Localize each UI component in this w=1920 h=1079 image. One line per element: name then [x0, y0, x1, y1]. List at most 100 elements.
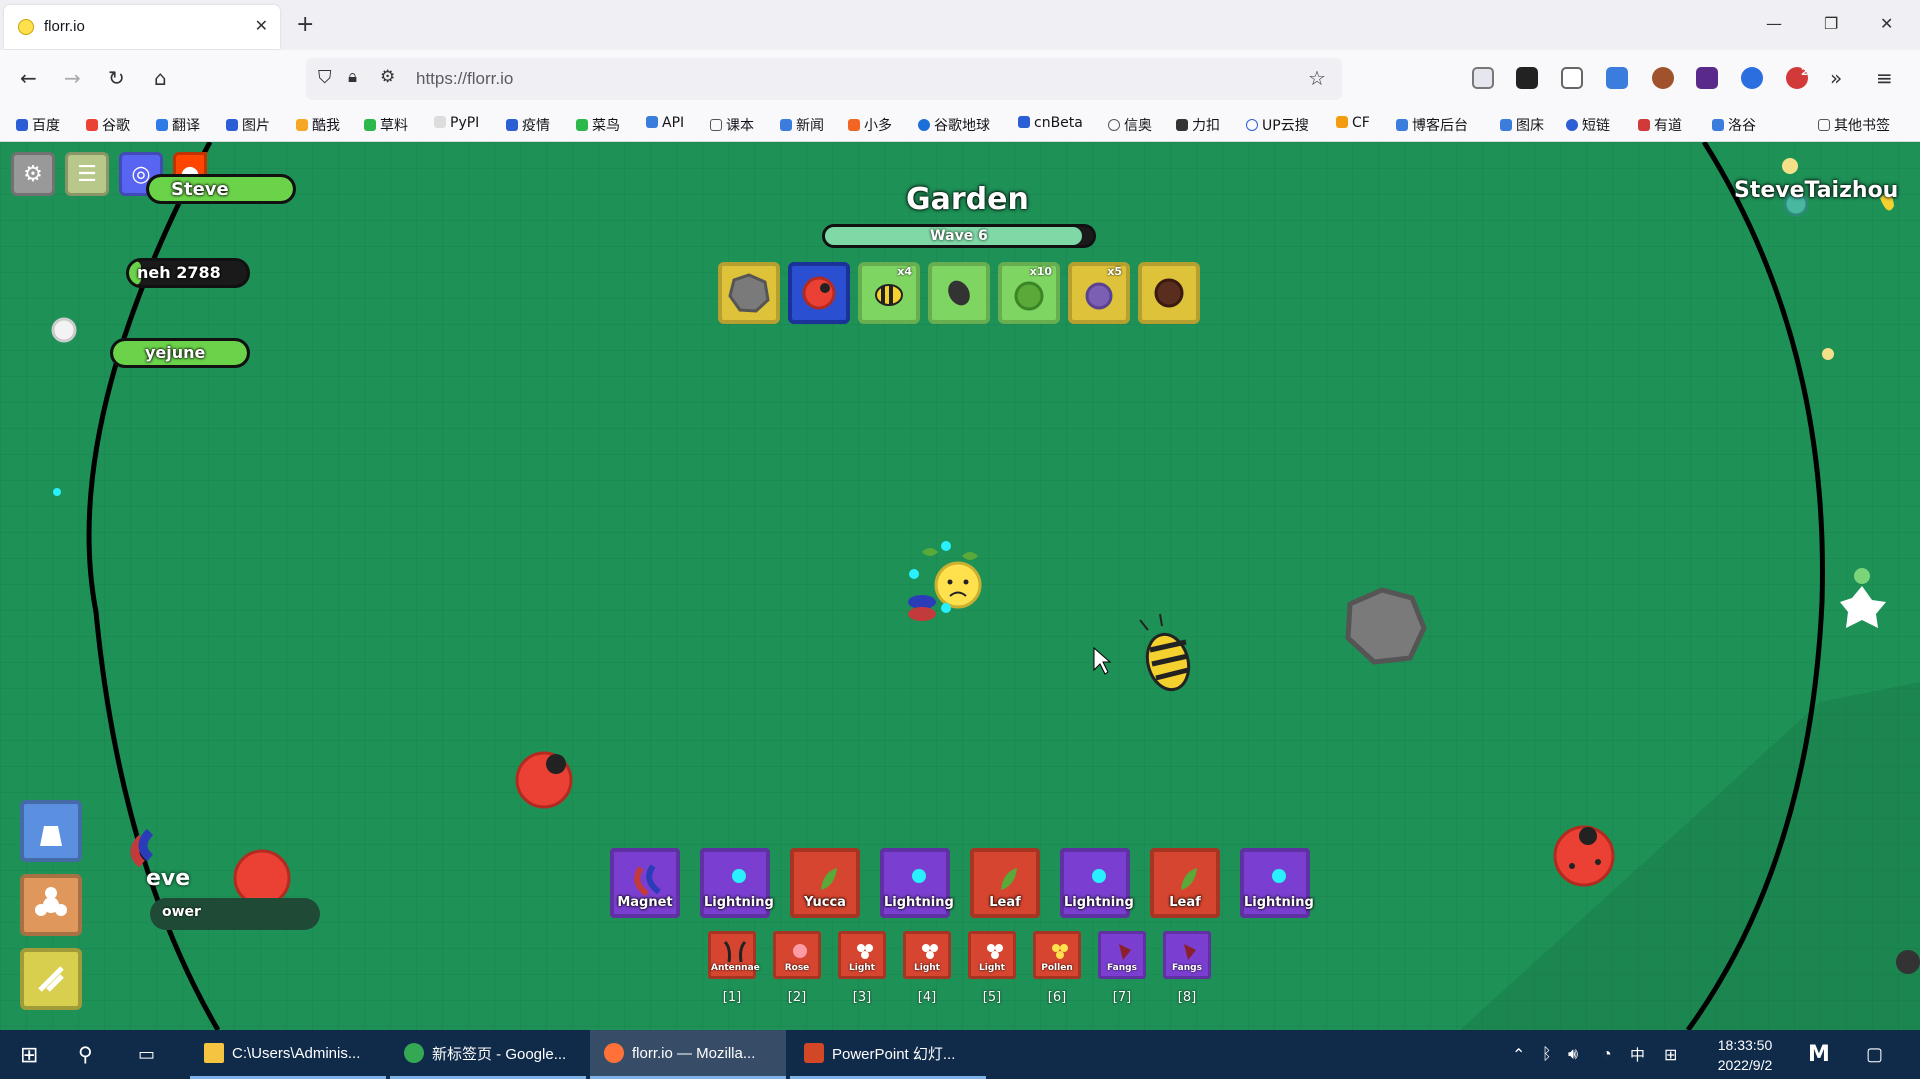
bookmark-star-icon[interactable]: ☆ — [1308, 66, 1326, 90]
bookmark-item[interactable]: 疫情 — [506, 115, 550, 135]
settings-gear-icon[interactable]: ⚙ — [11, 152, 55, 196]
browser-tab[interactable]: florr.io ✕ — [4, 5, 280, 49]
petal-slot-5[interactable]: Leaf — [970, 848, 1040, 918]
bookmark-item[interactable]: 新闻 — [780, 115, 824, 135]
petal-slot-6[interactable]: Lightning — [1060, 848, 1134, 918]
ladybug-head — [1579, 827, 1597, 845]
petal-slot-4[interactable]: Lightning — [880, 848, 954, 918]
address-bar[interactable]: ⛉ 🔒︎ ⚙ https://florr.io ☆ — [306, 58, 1342, 100]
bookmark-item[interactable]: 图床 — [1500, 115, 1544, 135]
translate-extension-icon[interactable] — [1606, 67, 1628, 89]
shield-icon[interactable]: ⛉ — [318, 67, 332, 88]
ime-indicator[interactable]: 中 — [1630, 1030, 1645, 1079]
absorb-icon[interactable] — [20, 948, 82, 1010]
network-icon[interactable]: ◔ — [1602, 1030, 1612, 1079]
restore-button[interactable]: ❐ — [1824, 14, 1838, 33]
mob-count: x5 — [1107, 265, 1122, 278]
extension-icon[interactable] — [1696, 67, 1718, 89]
bookmark-item[interactable]: 洛谷 — [1712, 115, 1756, 135]
secondary-slot-5[interactable]: Light — [968, 931, 1016, 979]
game-canvas[interactable]: ⚙ ☰ ◎ ● Steve neh 2788 yejune Garden Wav… — [0, 142, 1920, 1030]
player-eye — [963, 579, 969, 585]
secondary-slot-7[interactable]: Fangs — [1098, 931, 1146, 979]
tab-close-icon[interactable]: ✕ — [255, 16, 268, 35]
bookmark-item[interactable]: 图片 — [226, 115, 270, 135]
bluetooth-icon[interactable]: ᛒ — [1542, 1030, 1552, 1079]
minimize-button[interactable]: — — [1766, 14, 1782, 33]
changelog-scroll-icon[interactable]: ☰ — [65, 152, 109, 196]
app-logo-icon[interactable]: M — [1808, 1030, 1830, 1079]
bookmark-item[interactable]: 力扣 — [1176, 115, 1220, 135]
petal-slot-1[interactable]: Magnet — [610, 848, 680, 918]
bookmark-item[interactable]: API — [646, 115, 684, 131]
bookmark-item[interactable]: 翻译 — [156, 115, 200, 135]
secondary-slot-2[interactable]: Rose — [773, 931, 821, 979]
petal-slot-2[interactable]: Lightning — [700, 848, 774, 918]
mouse-cursor-icon — [1093, 646, 1112, 675]
petal-slot-3[interactable]: Yucca — [790, 848, 860, 918]
bookmarks-bar: 百度 谷歌 翻译 图片 酷我 草料 PyPI 疫情 菜鸟 API 课本 新闻 小… — [0, 108, 1920, 142]
bookmark-item[interactable]: 酷我 — [296, 115, 340, 135]
bookmark-item[interactable]: 菜鸟 — [576, 115, 620, 135]
secondary-slot-3[interactable]: Light — [838, 931, 886, 979]
craft-flower-icon[interactable] — [20, 874, 82, 936]
extension-icon[interactable] — [1561, 67, 1583, 89]
bookmark-item[interactable]: 有道 — [1638, 115, 1682, 135]
bookmark-item[interactable]: 信奥 — [1108, 115, 1152, 135]
bookmark-item[interactable]: 谷歌地球 — [918, 115, 990, 135]
slot-key: [2] — [787, 990, 807, 1005]
permissions-icon[interactable]: ⚙ — [380, 67, 395, 87]
bookmark-item[interactable]: cnBeta — [1018, 115, 1083, 131]
search-icon[interactable]: ⚲ — [78, 1030, 93, 1079]
taskbar-app-firefox[interactable]: florr.io — Mozilla... — [590, 1030, 786, 1079]
taskbar-app-chrome[interactable]: 新标签页 - Google... — [390, 1030, 586, 1079]
menu-icon[interactable]: ≡ — [1876, 66, 1893, 90]
secondary-slot-8[interactable]: Fangs — [1163, 931, 1211, 979]
bookmark-item[interactable]: UP云搜 — [1246, 115, 1309, 135]
biome-title: Garden — [906, 182, 1029, 217]
petal-slot-7[interactable]: Leaf — [1150, 848, 1220, 918]
task-view-icon[interactable]: ▭ — [138, 1030, 155, 1079]
notification-icon[interactable]: ▢ — [1866, 1030, 1883, 1079]
keyboard-icon[interactable]: ⊞ — [1664, 1030, 1677, 1079]
bookmark-item[interactable]: 百度 — [16, 115, 60, 135]
bookmark-item[interactable]: 草料 — [364, 115, 408, 135]
extension-icon[interactable] — [1516, 67, 1538, 89]
taskbar-app-explorer[interactable]: C:\Users\Adminis... — [190, 1030, 386, 1079]
bookmark-item[interactable]: 小多 — [848, 115, 892, 135]
secondary-slot-4[interactable]: Light — [903, 931, 951, 979]
cookie-extension-icon[interactable] — [1652, 67, 1674, 89]
secondary-slot-6[interactable]: Pollen — [1033, 931, 1081, 979]
leaderboard-name: neh 2788 — [137, 263, 221, 282]
other-bookmarks-folder[interactable]: 其他书签 — [1818, 115, 1890, 135]
new-tab-button[interactable]: + — [296, 12, 314, 37]
player-flower — [934, 561, 982, 609]
bookmark-item[interactable]: 谷歌 — [86, 115, 130, 135]
bookmark-item[interactable]: CF — [1336, 115, 1370, 131]
bookmark-item[interactable]: 课本 — [710, 115, 754, 135]
overflow-chevron-icon[interactable]: » — [1830, 66, 1842, 90]
windows-start-icon[interactable]: ⊞ — [20, 1030, 38, 1079]
volume-icon[interactable]: 🔊︎ — [1568, 1030, 1578, 1079]
browser-nav-bar: ← → ↻ ⌂ ⛉ 🔒︎ ⚙ https://florr.io ☆ 2 » ≡ — [0, 50, 1920, 108]
wave-label: Wave 6 — [930, 228, 988, 244]
taskbar-app-powerpoint[interactable]: PowerPoint 幻灯... — [790, 1030, 986, 1079]
bookmark-item[interactable]: 博客后台 — [1396, 115, 1468, 135]
bookmark-item[interactable]: 短链 — [1566, 115, 1610, 135]
adblock-extension-icon[interactable]: 2 — [1786, 67, 1808, 89]
inventory-bag-icon[interactable] — [20, 800, 82, 862]
home-icon[interactable]: ⌂ — [154, 66, 167, 90]
window-close-button[interactable]: ✕ — [1880, 14, 1893, 33]
pocket-icon[interactable] — [1472, 67, 1494, 89]
petal-slot-8[interactable]: Lightning — [1240, 848, 1314, 918]
leaderboard-name: Steve — [171, 179, 229, 200]
system-clock[interactable]: 18:33:50 2022/9/2 — [1700, 1035, 1790, 1075]
forward-arrow-icon[interactable]: → — [64, 66, 81, 90]
tray-chevron-icon[interactable]: ⌃ — [1512, 1030, 1525, 1079]
lock-icon[interactable]: 🔒︎ — [348, 67, 357, 87]
extension-icon[interactable] — [1741, 67, 1763, 89]
back-arrow-icon[interactable]: ← — [20, 66, 37, 90]
bookmark-item[interactable]: PyPI — [434, 115, 479, 131]
reload-icon[interactable]: ↻ — [108, 66, 125, 90]
secondary-slot-1[interactable]: Antennae — [708, 931, 760, 979]
